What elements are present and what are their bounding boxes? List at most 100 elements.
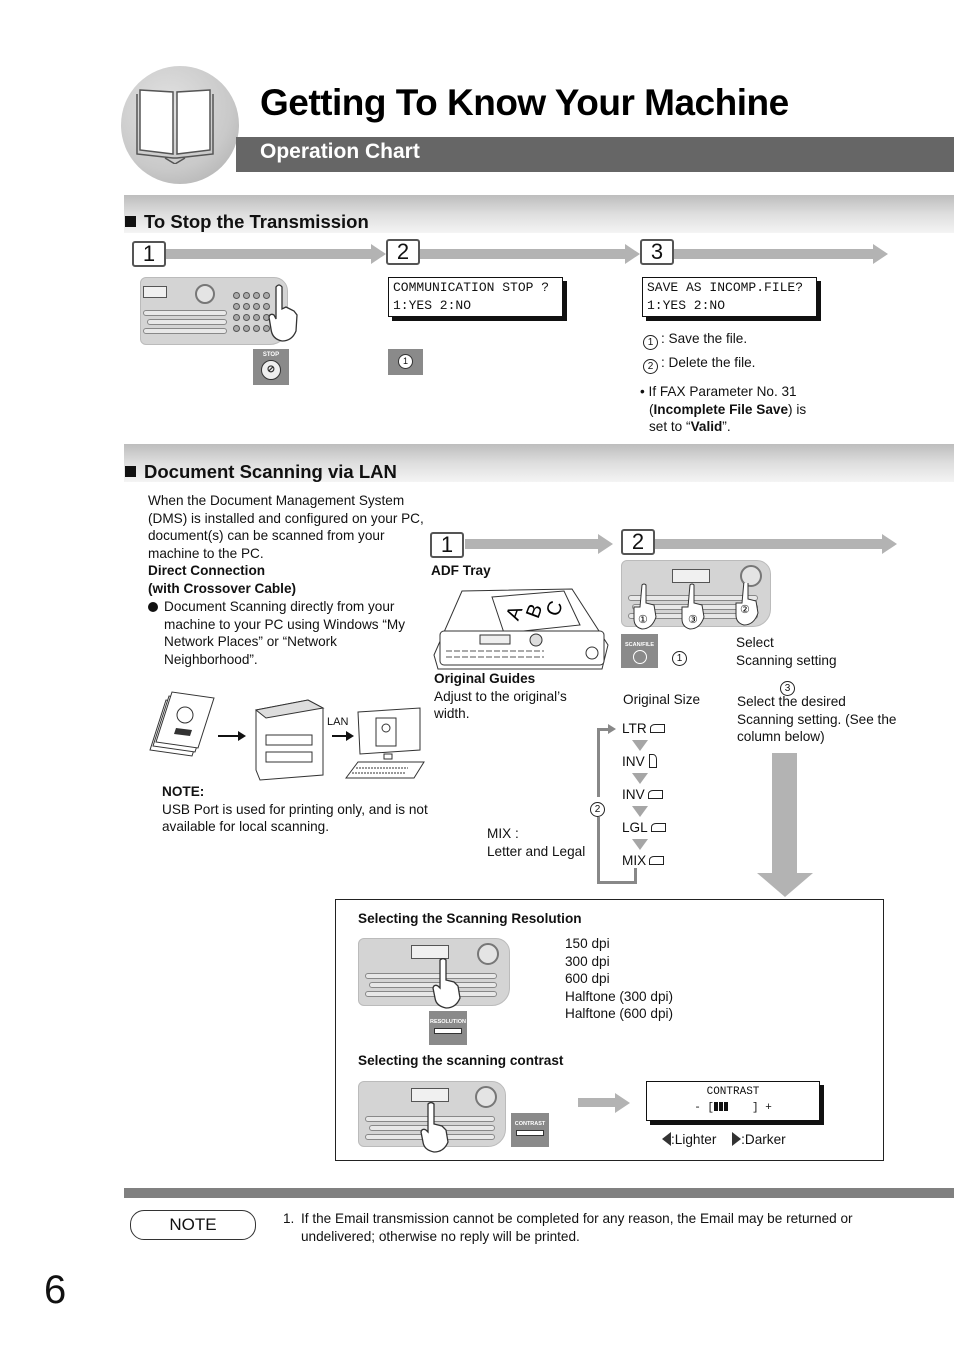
big-down-arrow-icon [757,873,813,897]
lcd-save-incomp-file: SAVE AS INCOMP.FILE? 1:YES 2:NO [642,277,817,317]
note-line: (Incomplete File Save) is [640,401,840,419]
option-text: : Delete the file. [661,355,756,370]
note-title: NOTE: [162,784,205,799]
resolution-button[interactable]: RESOLUTION [429,1011,467,1045]
lcd-line-1: SAVE AS INCOMP.FILE? [647,280,804,295]
contrast-plus: ] + [752,1102,772,1114]
page-title: Getting To Know Your Machine [260,82,789,123]
resolution-option: 600 dpi [565,971,610,987]
callout-1: ① [638,614,648,626]
section-title-text: To Stop the Transmission [144,211,369,232]
size-label: INV [622,754,645,769]
footer-note: 1. If the Email transmission cannot be c… [283,1210,903,1245]
note-number: 1. [283,1211,295,1226]
note-text: If the Email transmission cannot be comp… [301,1211,853,1244]
step-arrow [655,534,897,554]
fax-machine-icon [254,699,325,781]
contrast-minus: - [ [694,1102,714,1114]
footer-divider [124,1188,954,1198]
darker-label: :Darker [741,1132,786,1147]
callout-2: ② [740,604,750,616]
heading-line: (with Crossover Cable) [148,580,297,596]
section-title-stop: To Stop the Transmission [125,211,369,233]
cycle-arrow-icon [608,724,616,734]
note-part: Valid [690,419,723,435]
option-save-file: 1: Save the file. [643,330,747,350]
square-bullet-icon [125,466,136,477]
key-circle: 2 [590,802,605,817]
original-guides: Original Guides Adjust to the original’s… [434,670,584,723]
option-delete-file: 2: Delete the file. [643,354,755,374]
size-option-inv-portrait: INV [622,754,657,769]
contrast-button[interactable]: CONTRAST [511,1113,549,1147]
lan-connection-illustration [149,691,425,781]
select-line: Scanning setting [736,652,837,668]
option-text: : Save the file. [661,331,748,346]
select-line: Select [736,635,774,650]
bullet-item: Document Scanning directly from your mac… [148,598,424,668]
usb-note: NOTE: USB Port is used for printing only… [162,783,432,836]
cycle-line [634,868,637,884]
size-label: LTR [622,721,647,736]
resolution-option: Halftone (300 dpi) [565,988,674,1004]
contrast-legend: :Lighter :Darker [662,1131,786,1149]
left-arrow-icon [662,1132,671,1146]
key-1-button[interactable]: 1 [388,349,423,375]
fax-parameter-note: • If FAX Parameter No. 31 (Incomplete Fi… [640,383,840,436]
lcd-title: CONTRAST [706,1086,760,1098]
mix-label: MIX : [487,826,519,841]
original-size-label: Original Size [623,692,701,707]
step-number-1: 1 [132,241,166,267]
step-number-1: 1 [430,532,464,558]
step-number-2: 2 [621,529,655,555]
contrast-level-bar [714,1101,752,1111]
down-arrow-icon [632,839,648,850]
pointing-hands-illustration: ① ③ ② [633,583,759,630]
key-1-label: 1 [398,354,413,369]
pointing-hand-icon [420,1102,449,1153]
right-arrow-icon [732,1132,742,1146]
resolution-option: 150 dpi [565,936,610,951]
section-title-text: Document Scanning via LAN [144,461,397,482]
key-circle-1: 1 [643,335,658,350]
resolution-option: 300 dpi [565,953,610,969]
step-arrow [465,534,613,554]
arrow-right-icon [218,731,246,741]
select-key-callout: 1 [672,646,690,666]
scan-button-circle-icon [632,650,647,664]
size-option-inv-landscape: INV [622,787,663,802]
note-part: ) is [788,401,807,417]
bullet-text: Document Scanning directly from your mac… [164,599,405,667]
adf-tray-label: ADF Tray [431,563,491,578]
document-stack-icon [149,691,215,757]
mix-description: MIX : Letter and Legal [487,825,585,860]
page-subtitle: Operation Chart [260,140,420,163]
scan-file-button[interactable]: SCAN/FILE [621,634,658,668]
stop-icon: ⊘ [261,360,281,380]
size-option-mix: MIX [622,853,665,868]
lighter-label: :Lighter [671,1132,717,1147]
note-badge: NOTE [130,1210,256,1240]
bullet-dot-icon [148,602,158,612]
page-number: 6 [44,1268,67,1312]
contrast-gauge: - [ ] + [649,1100,817,1116]
size-label: INV [622,787,645,802]
down-arrow-icon [632,773,648,784]
callout-3: ③ [688,614,698,626]
key-circle: 1 [672,651,687,666]
lcd-communication-stop: COMMUNICATION STOP ? 1:YES 2:NO [388,277,563,317]
pointing-hand-icon [432,958,461,1009]
landscape-paper-icon [647,790,663,799]
mix-text: Letter and Legal [487,843,586,859]
guides-title: Original Guides [434,671,536,686]
stop-button[interactable]: STOP ⊘ [253,349,289,385]
guides-text: Adjust to the original’s width. [434,688,567,722]
contrast-level-fill [714,1102,729,1111]
square-bullet-icon [125,216,136,227]
cycle-line [597,881,637,884]
button-bar-icon [516,1130,544,1136]
step-arrow [166,244,386,264]
section-title-scan: Document Scanning via LAN [125,461,397,483]
scan-intro: When the Document Management System (DMS… [148,493,424,561]
note-part: set to “ [649,419,691,435]
